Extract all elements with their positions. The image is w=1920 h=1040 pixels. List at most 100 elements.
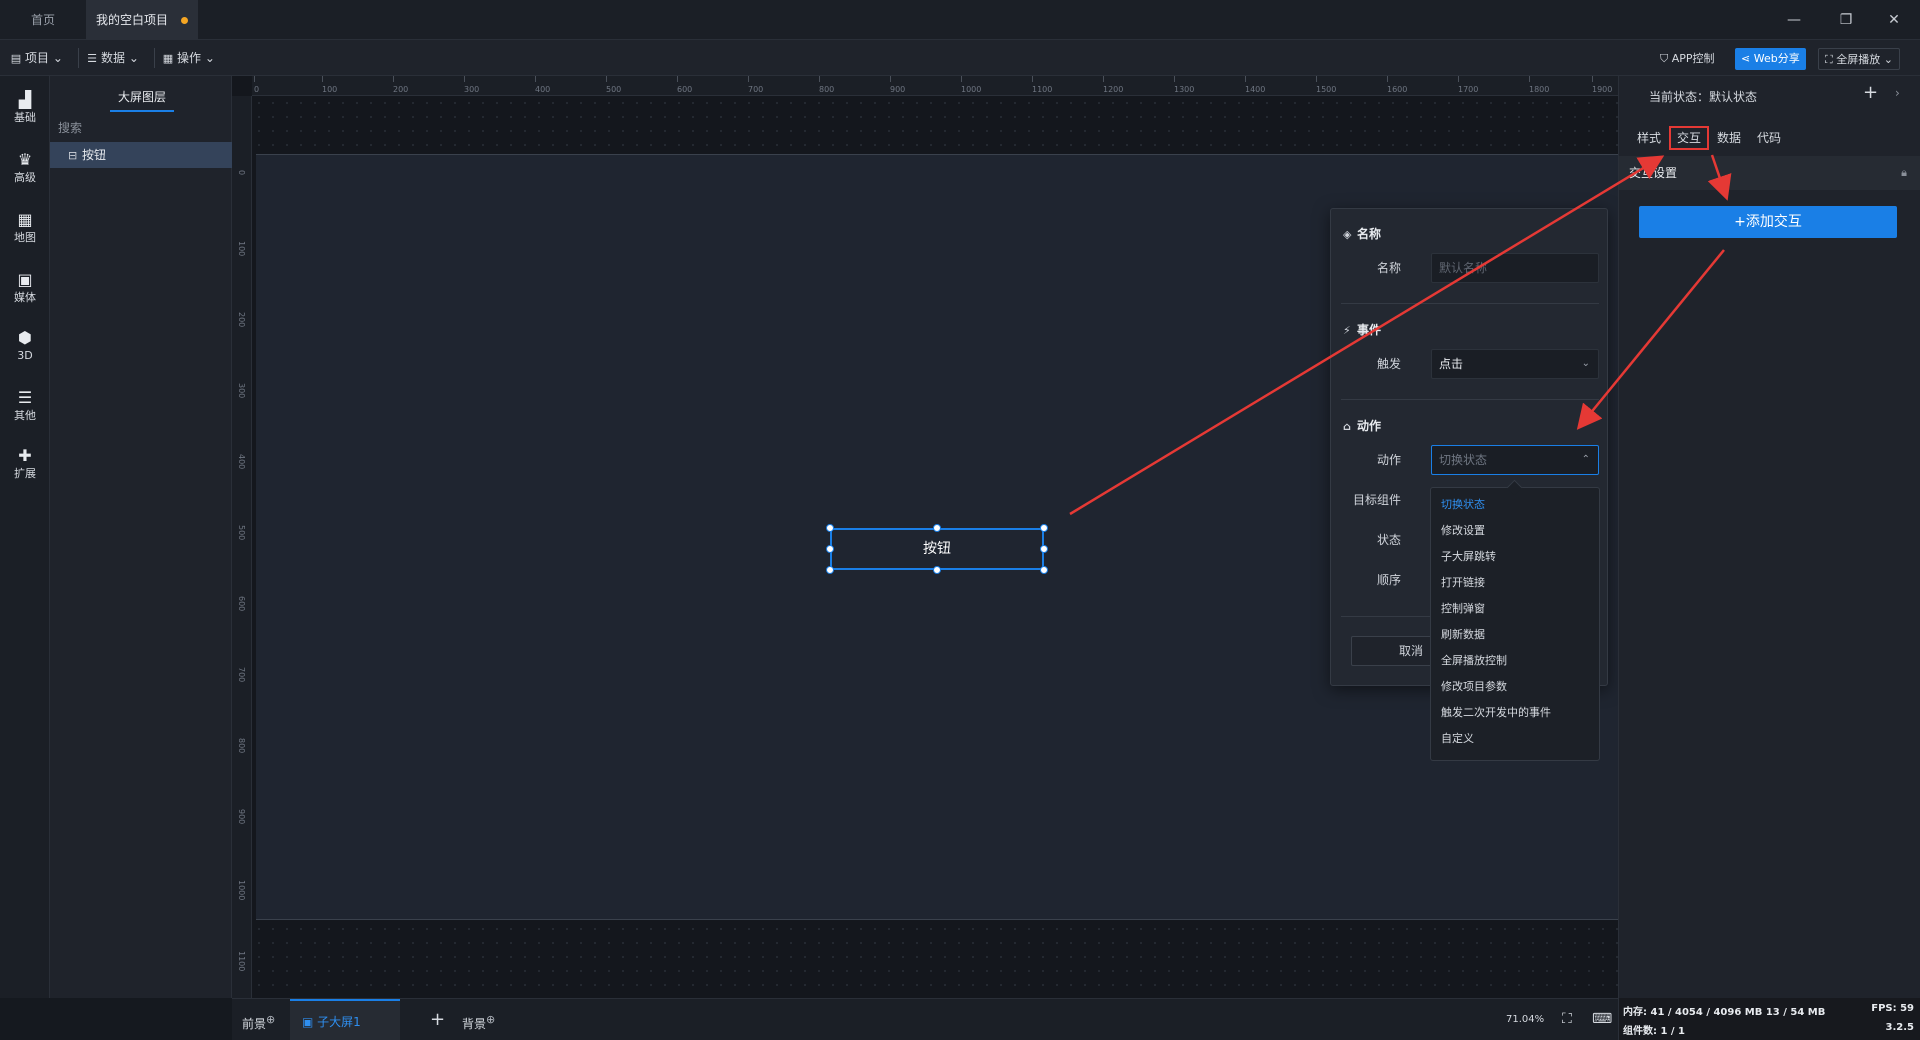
app-control-label: APP控制 xyxy=(1671,52,1715,65)
tab-code[interactable]: 代码 xyxy=(1757,126,1781,150)
dropdown-option[interactable]: 触发二次开发中的事件 xyxy=(1441,700,1551,726)
operation-menu[interactable]: ▦ 操作 ⌄ xyxy=(162,40,215,76)
rail-item-map[interactable]: ▦ 地图 xyxy=(0,204,50,256)
sub-screen-tab[interactable]: ▣ 子大屏1 xyxy=(290,999,400,1040)
file-icon: ▤ xyxy=(10,52,22,65)
ruler-tick: 600 xyxy=(237,596,246,612)
rail-item-3d[interactable]: ⬢ 3D xyxy=(0,322,50,374)
add-circle-icon[interactable]: ⊕ xyxy=(486,1013,495,1026)
vertical-ruler[interactable]: 0 100 200 300 400 500 600 700 800 900 10… xyxy=(232,96,252,998)
fullscreen-play-button[interactable]: ⛶ 全屏播放 ⌄ xyxy=(1818,48,1900,70)
restore-button[interactable]: ❐ xyxy=(1824,0,1868,40)
ruler-tick: 1900 xyxy=(1592,76,1613,94)
resize-handle[interactable] xyxy=(1040,566,1048,574)
ruler-tick: 0 xyxy=(254,76,260,94)
fit-screen-icon[interactable]: ⛶ xyxy=(1562,1011,1572,1027)
rail-item-media[interactable]: ▣ 媒体 xyxy=(0,264,50,316)
background-tab[interactable]: 背景⊕ xyxy=(462,999,495,1040)
ruler-tick: 700 xyxy=(748,76,764,94)
interaction-settings-header: 交互设置 🔒︎ xyxy=(1619,156,1920,190)
data-menu[interactable]: ☰ 数据 ⌄ xyxy=(86,40,139,76)
rail-item-basic[interactable]: ▟ 基础 xyxy=(0,84,50,136)
dropdown-option[interactable]: 打开链接 xyxy=(1441,570,1485,596)
shield-icon: ⛉ xyxy=(1660,52,1669,65)
resize-handle[interactable] xyxy=(826,566,834,574)
ruler-tick: 500 xyxy=(606,76,622,94)
resize-handle[interactable] xyxy=(933,524,941,532)
dropdown-option[interactable]: 控制弹窗 xyxy=(1441,596,1485,622)
minimize-button[interactable]: — xyxy=(1772,0,1816,40)
operation-menu-label: 操作 xyxy=(177,51,202,65)
bar-chart-icon: ▟ xyxy=(18,90,32,109)
trigger-label: 触发 xyxy=(1376,357,1401,371)
trigger-select[interactable]: 点击 ⌄ xyxy=(1431,349,1599,379)
interaction-settings-label: 交互设置 xyxy=(1629,166,1678,180)
dropdown-option[interactable]: 自定义 xyxy=(1441,726,1474,752)
share-icon: ⋖ xyxy=(1741,52,1751,65)
horizontal-ruler[interactable]: 0 100 200 300 400 500 600 700 800 900 10… xyxy=(252,76,1618,96)
chevron-right-icon[interactable]: › xyxy=(1895,86,1900,100)
ruler-tick: 300 xyxy=(237,383,246,399)
web-share-button[interactable]: ⋖ Web分享 xyxy=(1735,48,1806,70)
button-component[interactable]: 按钮 xyxy=(830,528,1044,570)
dropdown-option[interactable]: 全屏播放控制 xyxy=(1441,648,1507,674)
properties-panel: 当前状态：默认状态 + › 样式 交互 数据 代码 交互设置 🔒︎ +添加交互 xyxy=(1618,76,1920,998)
layer-search-input[interactable]: 搜索 xyxy=(58,116,224,140)
status-bar: 内存: 41 / 4054 / 4096 MB 13 / 54 MB FPS: … xyxy=(1618,998,1920,1040)
rail-item-other[interactable]: ☰ 其他 xyxy=(0,382,50,434)
ruler-tick: 1500 xyxy=(1316,76,1337,94)
ruler-tick: 100 xyxy=(322,76,338,94)
action-section-title: ⌂ 动作 xyxy=(1343,417,1381,434)
name-input[interactable]: 默认名称 xyxy=(1431,253,1599,283)
layer-panel-title[interactable]: 大屏图层 xyxy=(110,82,174,112)
add-screen-button[interactable]: + xyxy=(430,999,445,1040)
title-bar: 首页 我的空白项目 — ❐ ✕ xyxy=(0,0,1920,40)
ruler-tick: 600 xyxy=(677,76,693,94)
action-select[interactable]: 切换状态 ⌃ xyxy=(1431,445,1599,475)
fps-readout: FPS: 59 xyxy=(1871,1003,1914,1014)
ruler-tick: 200 xyxy=(237,312,246,328)
current-state: 当前状态：默认状态 xyxy=(1649,90,1758,104)
ruler-tick: 0 xyxy=(237,170,246,176)
add-state-icon[interactable]: + xyxy=(1863,82,1878,103)
dropdown-option[interactable]: 子大屏跳转 xyxy=(1441,544,1496,570)
rail-item-advanced[interactable]: ♛ 高级 xyxy=(0,144,50,196)
resize-handle[interactable] xyxy=(826,524,834,532)
add-circle-icon[interactable]: ⊕ xyxy=(266,1013,275,1026)
dropdown-option[interactable]: 切换状态 xyxy=(1441,492,1485,518)
dropdown-option[interactable]: 修改设置 xyxy=(1441,518,1485,544)
ruler-tick: 400 xyxy=(237,454,246,470)
name-label: 名称 xyxy=(1376,261,1401,275)
ruler-tick: 200 xyxy=(393,76,409,94)
name-section-title: ◈ 名称 xyxy=(1343,225,1381,242)
project-menu[interactable]: ▤ 项目 ⌄ xyxy=(10,40,63,76)
close-button[interactable]: ✕ xyxy=(1872,0,1916,40)
name-section-label: 名称 xyxy=(1357,227,1382,241)
foreground-tab[interactable]: 前景⊕ xyxy=(242,999,275,1040)
tab-data[interactable]: 数据 xyxy=(1717,126,1741,150)
resize-handle[interactable] xyxy=(826,545,834,553)
keyboard-icon[interactable]: ⌨ xyxy=(1592,1011,1612,1027)
rail-item-label: 媒体 xyxy=(14,291,36,304)
add-interaction-button[interactable]: +添加交互 xyxy=(1639,206,1897,238)
layer-item-button[interactable]: ⊟ 按钮 xyxy=(50,142,232,168)
tab-project[interactable]: 我的空白项目 xyxy=(86,0,198,40)
resize-handle[interactable] xyxy=(1040,524,1048,532)
zoom-level[interactable]: 71.04% xyxy=(1506,999,1544,1040)
lock-icon[interactable]: 🔒︎ xyxy=(1901,156,1907,190)
dropdown-option[interactable]: 修改项目参数 xyxy=(1441,674,1507,700)
tab-style[interactable]: 样式 xyxy=(1637,126,1661,150)
database-icon: ☰ xyxy=(87,52,97,65)
dropdown-option[interactable]: 刷新数据 xyxy=(1441,622,1485,648)
background-label: 背景 xyxy=(462,1017,487,1031)
ruler-tick: 100 xyxy=(237,241,246,257)
divider xyxy=(1341,399,1599,400)
resize-handle[interactable] xyxy=(1040,545,1048,553)
tab-home[interactable]: 首页 xyxy=(0,0,86,40)
action-value: 切换状态 xyxy=(1439,453,1488,467)
app-control-button[interactable]: ⛉ APP控制 xyxy=(1654,48,1721,70)
tab-interaction[interactable]: 交互 xyxy=(1669,126,1710,150)
rail-item-extension[interactable]: ✚ 扩展 xyxy=(0,440,50,492)
ruler-tick: 1100 xyxy=(237,951,246,972)
resize-handle[interactable] xyxy=(933,566,941,574)
